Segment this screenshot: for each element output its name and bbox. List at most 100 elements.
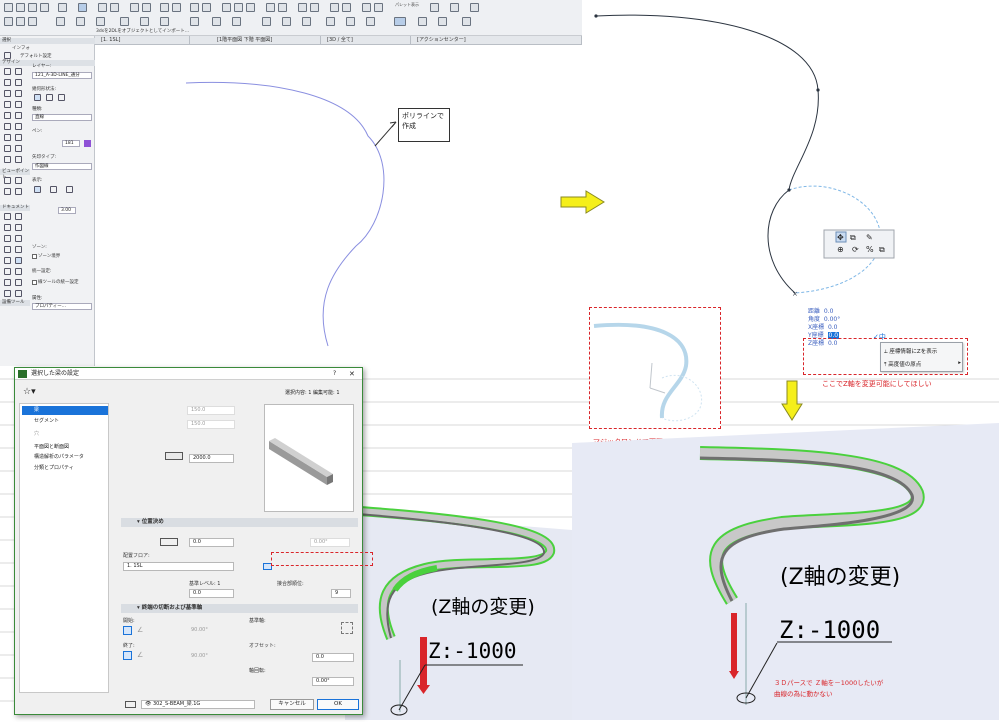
roof-tool-icon[interactable] bbox=[4, 101, 11, 108]
change-tool-icon[interactable] bbox=[15, 290, 22, 297]
object-icon[interactable] bbox=[330, 3, 339, 12]
line-style-2-icon[interactable] bbox=[50, 186, 57, 193]
pen-icon[interactable] bbox=[58, 3, 67, 12]
copy-icon[interactable]: ⧉ bbox=[879, 245, 885, 255]
tab-action-center[interactable]: [アクションセンター] bbox=[411, 36, 582, 45]
cancel-button[interactable]: キャンセル bbox=[270, 699, 314, 710]
save-icon[interactable] bbox=[16, 17, 25, 26]
section-position-header[interactable]: ▾ 位置決め bbox=[121, 518, 358, 527]
layers-icon[interactable] bbox=[110, 3, 119, 12]
sidebar-item-structural[interactable]: 構造解析のパラメータ bbox=[22, 453, 108, 462]
magic-wand-icon[interactable] bbox=[346, 17, 355, 26]
align-icon[interactable] bbox=[190, 17, 199, 26]
sidebar-item-segment[interactable]: セグメント bbox=[22, 417, 108, 426]
pen-edit-icon[interactable]: ✎ bbox=[866, 233, 873, 242]
column-icon[interactable] bbox=[266, 3, 275, 12]
railing-tool-icon[interactable] bbox=[15, 123, 22, 130]
skylight-tool-icon[interactable] bbox=[4, 112, 11, 119]
layer-select[interactable]: 👁 302_S-BEAM_梁.1G bbox=[141, 700, 255, 709]
start-angle-value[interactable]: 90.00° bbox=[191, 627, 208, 633]
figure-tool-icon[interactable] bbox=[4, 235, 11, 242]
axis-grid-icon[interactable] bbox=[341, 622, 353, 634]
sidebar-item-plan-section[interactable]: 平面図と断面図 bbox=[22, 443, 108, 452]
open-icon[interactable] bbox=[4, 17, 13, 26]
close-icon[interactable]: ✕ bbox=[349, 368, 355, 380]
end-cut-icon[interactable] bbox=[123, 651, 132, 660]
polyline-tool-icon[interactable] bbox=[15, 257, 22, 264]
dimension-tool-icon[interactable] bbox=[4, 213, 11, 220]
x-coord-value[interactable]: 0.0 bbox=[828, 324, 838, 331]
text-tool-icon[interactable] bbox=[4, 224, 11, 231]
hatch-icon[interactable] bbox=[142, 3, 151, 12]
worksheet-tool-icon[interactable] bbox=[15, 279, 22, 286]
column-tool-icon[interactable] bbox=[15, 79, 22, 86]
copy-icon[interactable] bbox=[56, 17, 65, 26]
lock-icon[interactable] bbox=[262, 17, 271, 26]
ok-button[interactable]: OK bbox=[317, 699, 359, 710]
end-angle-value[interactable]: 90.00° bbox=[191, 653, 208, 659]
rect-icon[interactable] bbox=[46, 94, 53, 101]
trim-icon[interactable] bbox=[140, 17, 149, 26]
door-tool-icon[interactable] bbox=[15, 68, 22, 75]
equipment-header[interactable]: 設備ツール bbox=[0, 300, 30, 306]
grid-icon[interactable] bbox=[98, 3, 107, 12]
end-angle-icon[interactable]: ∠ bbox=[137, 651, 143, 659]
slab-icon[interactable] bbox=[234, 3, 243, 12]
railing-icon[interactable] bbox=[310, 3, 319, 12]
settings-icon[interactable] bbox=[462, 17, 471, 26]
shell-tool-icon[interactable] bbox=[15, 101, 22, 108]
offset-field[interactable]: 0.0 bbox=[312, 653, 354, 662]
zone-check-box[interactable] bbox=[32, 254, 37, 259]
sidebar-item-beam[interactable]: 梁 bbox=[22, 406, 108, 415]
slab-tool-icon[interactable] bbox=[15, 90, 22, 97]
window-tool-icon[interactable] bbox=[4, 79, 11, 86]
level-tool-icon[interactable] bbox=[15, 213, 22, 220]
arrow-type-field[interactable]: 作図線 bbox=[32, 163, 92, 170]
beam-icon[interactable] bbox=[278, 3, 287, 12]
stair-tool-icon[interactable] bbox=[4, 123, 11, 130]
wall-tool-icon[interactable] bbox=[4, 68, 11, 75]
arrow-icon[interactable] bbox=[16, 3, 25, 12]
object-tool-icon[interactable] bbox=[4, 145, 11, 152]
drawing-tool-icon[interactable] bbox=[4, 279, 11, 286]
start-cut-icon[interactable] bbox=[123, 626, 132, 635]
distribute-icon[interactable] bbox=[212, 17, 221, 26]
stair-icon[interactable] bbox=[298, 3, 307, 12]
hotspot2-tool-icon[interactable] bbox=[15, 268, 22, 275]
section-cut-header[interactable]: ▾ 終端の切断および基準軸 bbox=[121, 604, 358, 613]
detail-tool-icon[interactable] bbox=[15, 188, 22, 195]
move-icon[interactable]: ✥ bbox=[837, 233, 844, 242]
snap-icon[interactable] bbox=[78, 3, 87, 12]
section-tool-icon[interactable] bbox=[15, 177, 22, 184]
lamp-tool-icon[interactable] bbox=[15, 145, 22, 152]
grid-tool-icon[interactable] bbox=[4, 290, 11, 297]
curtain-wall-tool-icon[interactable] bbox=[15, 112, 22, 119]
camera-tool-icon[interactable] bbox=[4, 177, 11, 184]
tab-floor-plan[interactable]: [1. 1SL] bbox=[95, 36, 190, 45]
fill-icon[interactable] bbox=[430, 3, 439, 12]
sidebar-item-classification[interactable]: 分類とプロパティ bbox=[22, 464, 108, 473]
redo-icon[interactable] bbox=[40, 3, 49, 12]
select-header[interactable]: 選択 bbox=[0, 38, 95, 44]
dimension-field[interactable]: 3.00 bbox=[58, 207, 76, 214]
polygon-icon[interactable] bbox=[58, 94, 65, 101]
label-tool-icon[interactable] bbox=[15, 224, 22, 231]
zoom-icon[interactable] bbox=[172, 3, 181, 12]
line-style-3-icon[interactable] bbox=[66, 186, 73, 193]
height-field[interactable]: 150.0 bbox=[187, 420, 235, 429]
select-icon[interactable] bbox=[4, 3, 13, 12]
section-icon[interactable] bbox=[202, 3, 211, 12]
rotate-icon[interactable] bbox=[96, 17, 105, 26]
position-offset-field[interactable]: 0.0 bbox=[189, 538, 234, 547]
view-icon[interactable] bbox=[160, 3, 169, 12]
label-icon[interactable] bbox=[374, 3, 383, 12]
explode-icon[interactable] bbox=[326, 17, 335, 26]
single-line-icon[interactable] bbox=[34, 94, 41, 101]
sidebar-item-hole[interactable]: 穴 bbox=[22, 430, 108, 439]
pen-field[interactable]: 181 bbox=[62, 140, 80, 147]
measure-icon[interactable] bbox=[130, 3, 139, 12]
polyline-icon[interactable] bbox=[394, 17, 406, 26]
tab-lower-floor[interactable]: [1階平面図 下階 平面図] bbox=[211, 36, 321, 45]
arc-icon[interactable] bbox=[438, 17, 447, 26]
mirror-icon[interactable] bbox=[120, 17, 129, 26]
